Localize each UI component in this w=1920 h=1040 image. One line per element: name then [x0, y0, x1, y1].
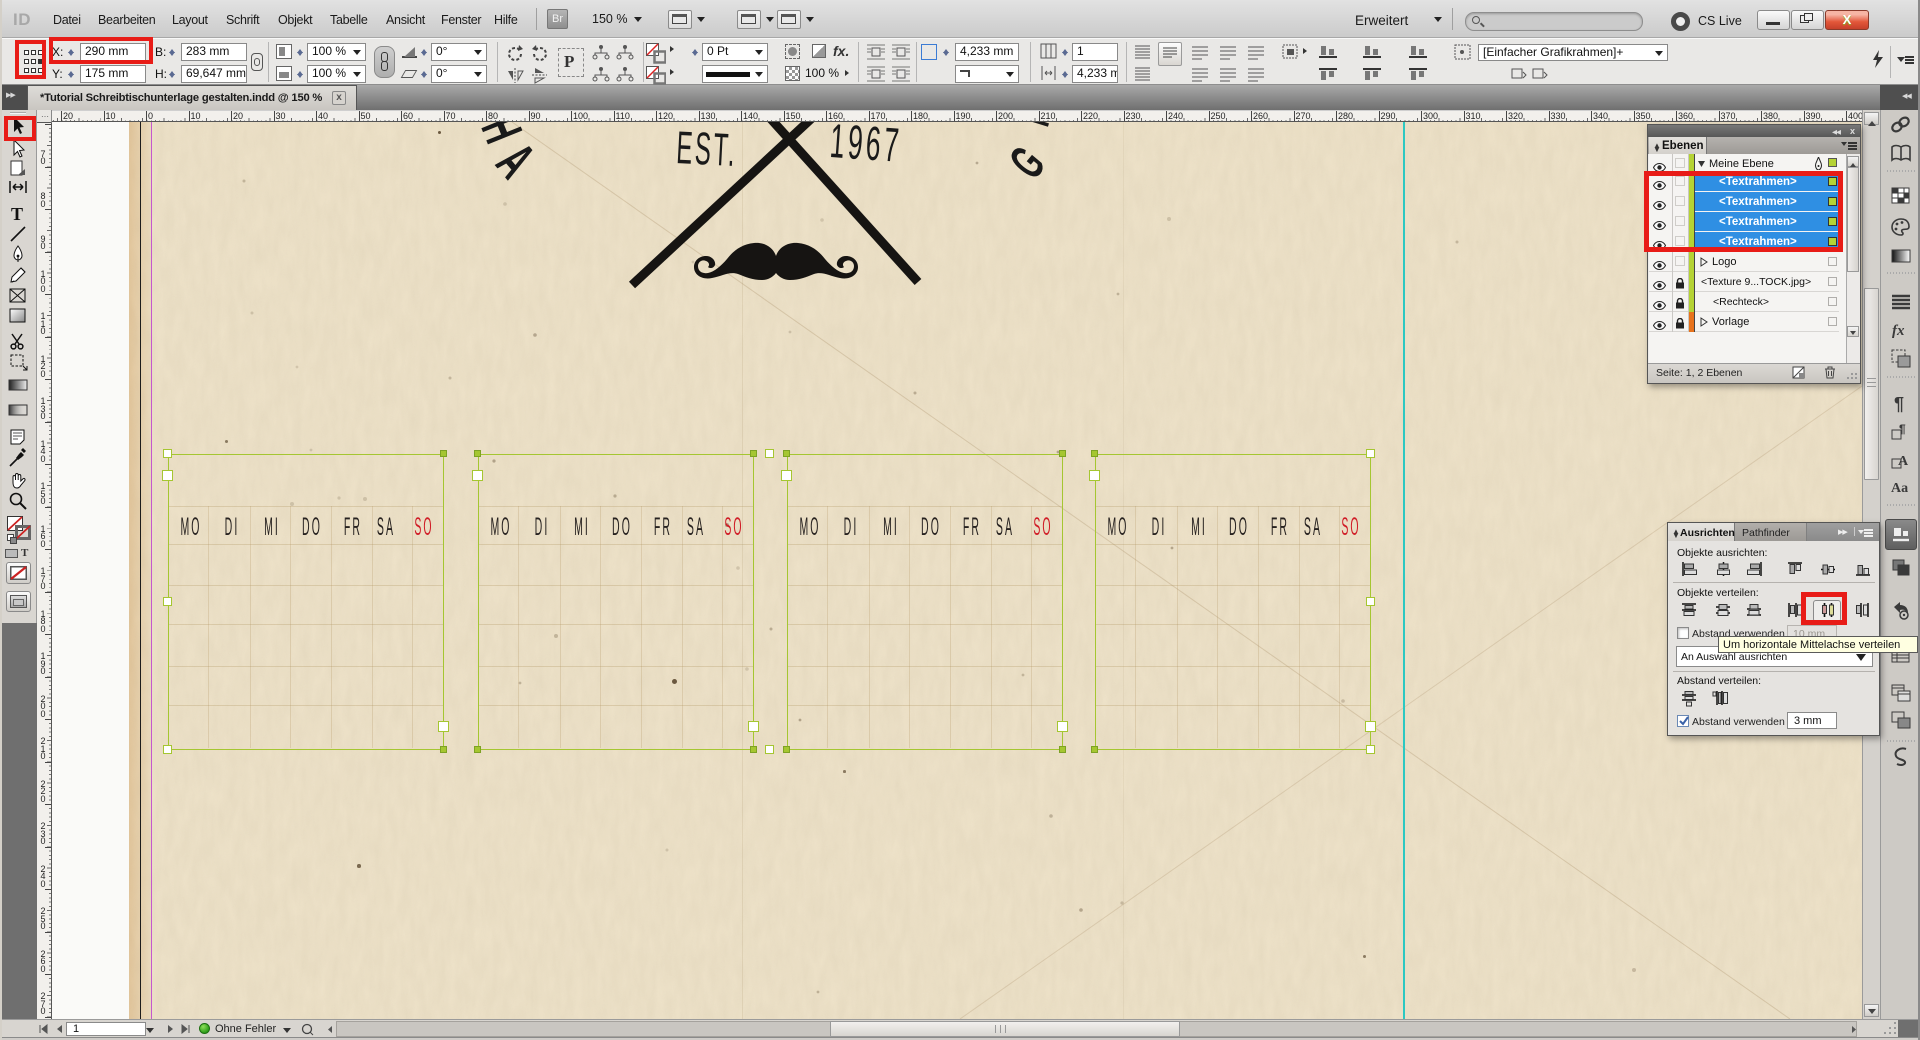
svg-text:A: A — [1898, 454, 1909, 469]
svg-text:fx: fx — [1892, 323, 1905, 339]
svg-text:Aa: Aa — [1891, 481, 1908, 496]
svg-text:¶: ¶ — [1899, 422, 1906, 436]
svg-text:¶: ¶ — [1894, 394, 1904, 414]
svg-text:T: T — [11, 204, 23, 224]
